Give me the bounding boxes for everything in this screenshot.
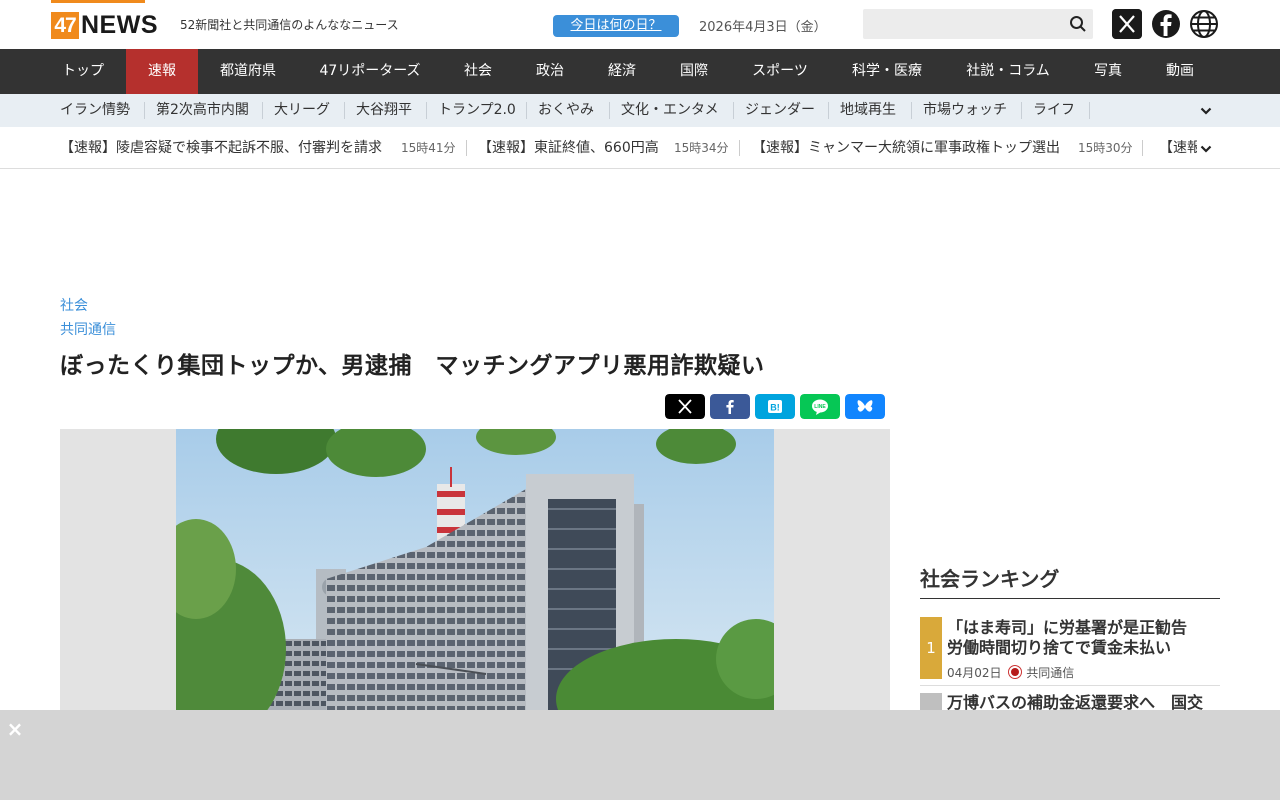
police-building-photo xyxy=(176,429,774,711)
ranking-headline[interactable]: 「はま寿司」に労基署が是正勧告 労働時間切り捨てで賃金未払い xyxy=(947,618,1217,658)
nav-item-science[interactable]: 科学・医療 xyxy=(830,49,944,94)
bottom-ad-overlay: × xyxy=(0,710,1280,800)
ticker-headline[interactable]: 【速報】陵虐容疑で検事不起訴不服、付審判を請求 xyxy=(60,128,382,168)
topic-nav: イラン情勢 第2次高市内閣 大リーグ 大谷翔平 トランプ2.0 おくやみ 文化・… xyxy=(0,94,1280,127)
close-icon[interactable]: × xyxy=(6,719,24,739)
nav-item-sports[interactable]: スポーツ xyxy=(730,49,830,94)
divider xyxy=(828,102,829,119)
divider xyxy=(526,102,527,119)
ticker-time: 15時30分 xyxy=(1078,141,1133,155)
main-nav: トップ 速報 都道府県 47リポーターズ 社会 政治 経済 国際 スポーツ 科学… xyxy=(0,49,1280,94)
nav-item-politics[interactable]: 政治 xyxy=(514,49,586,94)
topic-item[interactable]: 市場ウォッチ xyxy=(923,94,1007,127)
breaking-news-ticker: 【速報】陵虐容疑で検事不起訴不服、付審判を請求 15時41分 【速報】東証終値、… xyxy=(0,128,1280,169)
ranking-title: 社会ランキング xyxy=(920,567,1060,591)
ticker-headline[interactable]: 【速報 xyxy=(1159,128,1197,168)
divider xyxy=(739,140,740,156)
topic-item[interactable]: おくやみ xyxy=(538,94,594,127)
site-tagline: 52新聞社と共同通信のよんななニュース xyxy=(180,18,399,32)
share-x-button[interactable] xyxy=(665,394,705,419)
ticker-time: 15時41分 xyxy=(401,141,456,155)
chevron-down-icon[interactable] xyxy=(1199,142,1213,156)
ticker-time: 15時34分 xyxy=(674,141,729,155)
divider xyxy=(911,102,912,119)
share-hatena-button[interactable]: B! xyxy=(755,394,795,419)
today-in-history-button[interactable]: 今日は何の日？ xyxy=(553,15,679,37)
article-category-link[interactable]: 社会 xyxy=(60,295,88,315)
divider xyxy=(609,102,610,119)
nav-item-photos[interactable]: 写真 xyxy=(1072,49,1144,94)
topic-item[interactable]: 大谷翔平 xyxy=(356,94,412,127)
globe-icon[interactable] xyxy=(1189,9,1219,39)
article-photo[interactable] xyxy=(60,429,890,711)
topic-item[interactable]: ジェンダー xyxy=(745,94,815,127)
topic-item[interactable]: 大リーグ xyxy=(274,94,330,127)
divider xyxy=(733,102,734,119)
ticker-headline[interactable]: 【速報】ミャンマー大統領に軍事政権トップ選出 xyxy=(752,128,1060,168)
site-logo[interactable]: 47 NEWS xyxy=(40,0,164,49)
nav-item-society[interactable]: 社会 xyxy=(442,49,514,94)
facebook-icon[interactable] xyxy=(1151,9,1181,39)
nav-item-international[interactable]: 国際 xyxy=(658,49,730,94)
logo-accent-bar xyxy=(51,0,145,3)
article-source-link[interactable]: 共同通信 xyxy=(60,319,116,339)
nav-item-editorial[interactable]: 社説・コラム xyxy=(944,49,1072,94)
nav-item-reporters[interactable]: 47リポーターズ xyxy=(298,49,442,94)
share-line-button[interactable]: LINE xyxy=(800,394,840,419)
nav-item-top[interactable]: トップ xyxy=(40,49,126,94)
divider xyxy=(920,598,1220,599)
nav-item-economy[interactable]: 経済 xyxy=(586,49,658,94)
divider xyxy=(466,140,467,156)
svg-text:LINE: LINE xyxy=(814,404,826,410)
logo-word: NEWS xyxy=(81,11,158,39)
topic-item[interactable]: トランプ2.0 xyxy=(438,94,516,127)
topic-item[interactable]: 第2次高市内閣 xyxy=(156,94,249,127)
article-headline: ぼったくり集団トップか、男逮捕 マッチングアプリ悪用詐欺疑い xyxy=(60,353,765,379)
logo-number: 47 xyxy=(51,12,79,39)
topic-item[interactable]: 文化・エンタメ xyxy=(621,94,719,127)
x-icon[interactable] xyxy=(1112,9,1142,39)
svg-text:B!: B! xyxy=(770,403,780,413)
ranking-source: 共同通信 xyxy=(1026,666,1075,680)
search-input[interactable] xyxy=(863,9,1093,39)
topic-item[interactable]: イラン情勢 xyxy=(60,94,130,127)
chevron-down-icon[interactable] xyxy=(1199,104,1213,118)
divider xyxy=(344,102,345,119)
divider xyxy=(144,102,145,119)
search-icon[interactable] xyxy=(1069,15,1087,33)
topic-item[interactable]: ライフ xyxy=(1033,94,1075,127)
nav-item-videos[interactable]: 動画 xyxy=(1144,49,1216,94)
site-header: 47 NEWS 52新聞社と共同通信のよんななニュース 今日は何の日？ 2026… xyxy=(0,0,1280,49)
divider xyxy=(1089,102,1090,119)
ranking-date: 04月02日 xyxy=(947,666,1002,680)
share-bluesky-button[interactable] xyxy=(845,394,885,419)
divider xyxy=(1142,140,1143,156)
divider xyxy=(426,102,427,119)
nav-item-breaking[interactable]: 速報 xyxy=(126,49,198,94)
current-date: 2026年4月3日（金） xyxy=(699,20,827,35)
rank-number: 1 xyxy=(920,617,942,679)
topic-item[interactable]: 地域再生 xyxy=(840,94,896,127)
divider xyxy=(920,685,1220,686)
share-facebook-button[interactable] xyxy=(710,394,750,419)
ticker-headline[interactable]: 【速報】東証終値、660円高 xyxy=(478,128,659,168)
divider xyxy=(1021,102,1022,119)
divider xyxy=(262,102,263,119)
ranking-meta: 04月02日 共同通信 xyxy=(947,664,1074,681)
kyodo-logo-icon xyxy=(1008,665,1023,679)
nav-item-prefectures[interactable]: 都道府県 xyxy=(198,49,298,94)
